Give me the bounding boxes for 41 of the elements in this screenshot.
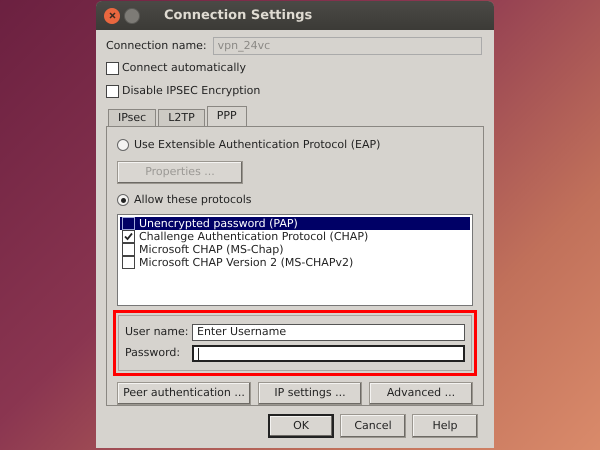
tab[interactable]: PPP <box>206 106 247 126</box>
radio-label: Use Extensible Authentication Protocol (EAP) <box>134 136 380 153</box>
dialog-button[interactable]: Cancel <box>340 414 406 438</box>
checkbox[interactable] <box>122 230 135 243</box>
radio-label: Allow these protocols <box>134 192 252 208</box>
field-value: Enter Username <box>197 324 286 340</box>
protocol-item[interactable]: Microsoft CHAP Version 2 (MS-CHAPv2) <box>120 256 470 269</box>
close-icon <box>108 12 116 19</box>
checkbox[interactable] <box>106 84 119 98</box>
input-field[interactable]: Enter Username <box>192 324 465 341</box>
dialog-button[interactable]: IP settings ... <box>258 382 362 405</box>
minimize-button[interactable] <box>124 8 140 24</box>
checkmark-icon <box>124 232 133 241</box>
checkbox[interactable] <box>122 217 135 230</box>
protocol-label: Microsoft CHAP (MS-Chap) <box>139 243 284 256</box>
protocol-label: Challenge Authentication Protocol (CHAP) <box>139 230 368 243</box>
protocol-label: Unencrypted password (PAP) <box>139 217 298 230</box>
checkbox[interactable] <box>122 243 135 256</box>
window-title: Connection Settings <box>164 6 312 25</box>
dialog-button[interactable]: Peer authentication ... <box>117 382 251 405</box>
protocol-item[interactable]: Unencrypted password (PAP) <box>120 217 470 230</box>
dialog-button[interactable]: OK <box>268 414 334 438</box>
tab[interactable]: L2TP <box>158 109 205 126</box>
field-label: User name: <box>125 324 190 340</box>
checkbox[interactable] <box>122 256 135 269</box>
dialog-button[interactable]: Advanced ... <box>369 382 473 405</box>
protocol-label: Microsoft CHAP Version 2 (MS-CHAPv2) <box>139 256 354 269</box>
close-button[interactable] <box>104 8 120 24</box>
dialog-button[interactable]: Help <box>412 414 478 438</box>
protocol-item[interactable]: Microsoft CHAP (MS-Chap) <box>120 243 470 256</box>
protocol-item[interactable]: Challenge Authentication Protocol (CHAP) <box>120 230 470 243</box>
text-cursor <box>198 348 199 360</box>
checkbox-label: Connect automatically <box>122 60 246 76</box>
field-label: Connection name: <box>106 38 207 54</box>
input-field[interactable] <box>192 345 465 362</box>
tab[interactable]: IPsec <box>108 109 156 126</box>
checkbox-label: Disable IPSEC Encryption <box>122 82 260 99</box>
checkbox[interactable] <box>106 62 119 74</box>
field-label: Password: <box>125 345 182 362</box>
radio-button[interactable] <box>117 139 129 151</box>
radio-button[interactable] <box>117 194 129 206</box>
